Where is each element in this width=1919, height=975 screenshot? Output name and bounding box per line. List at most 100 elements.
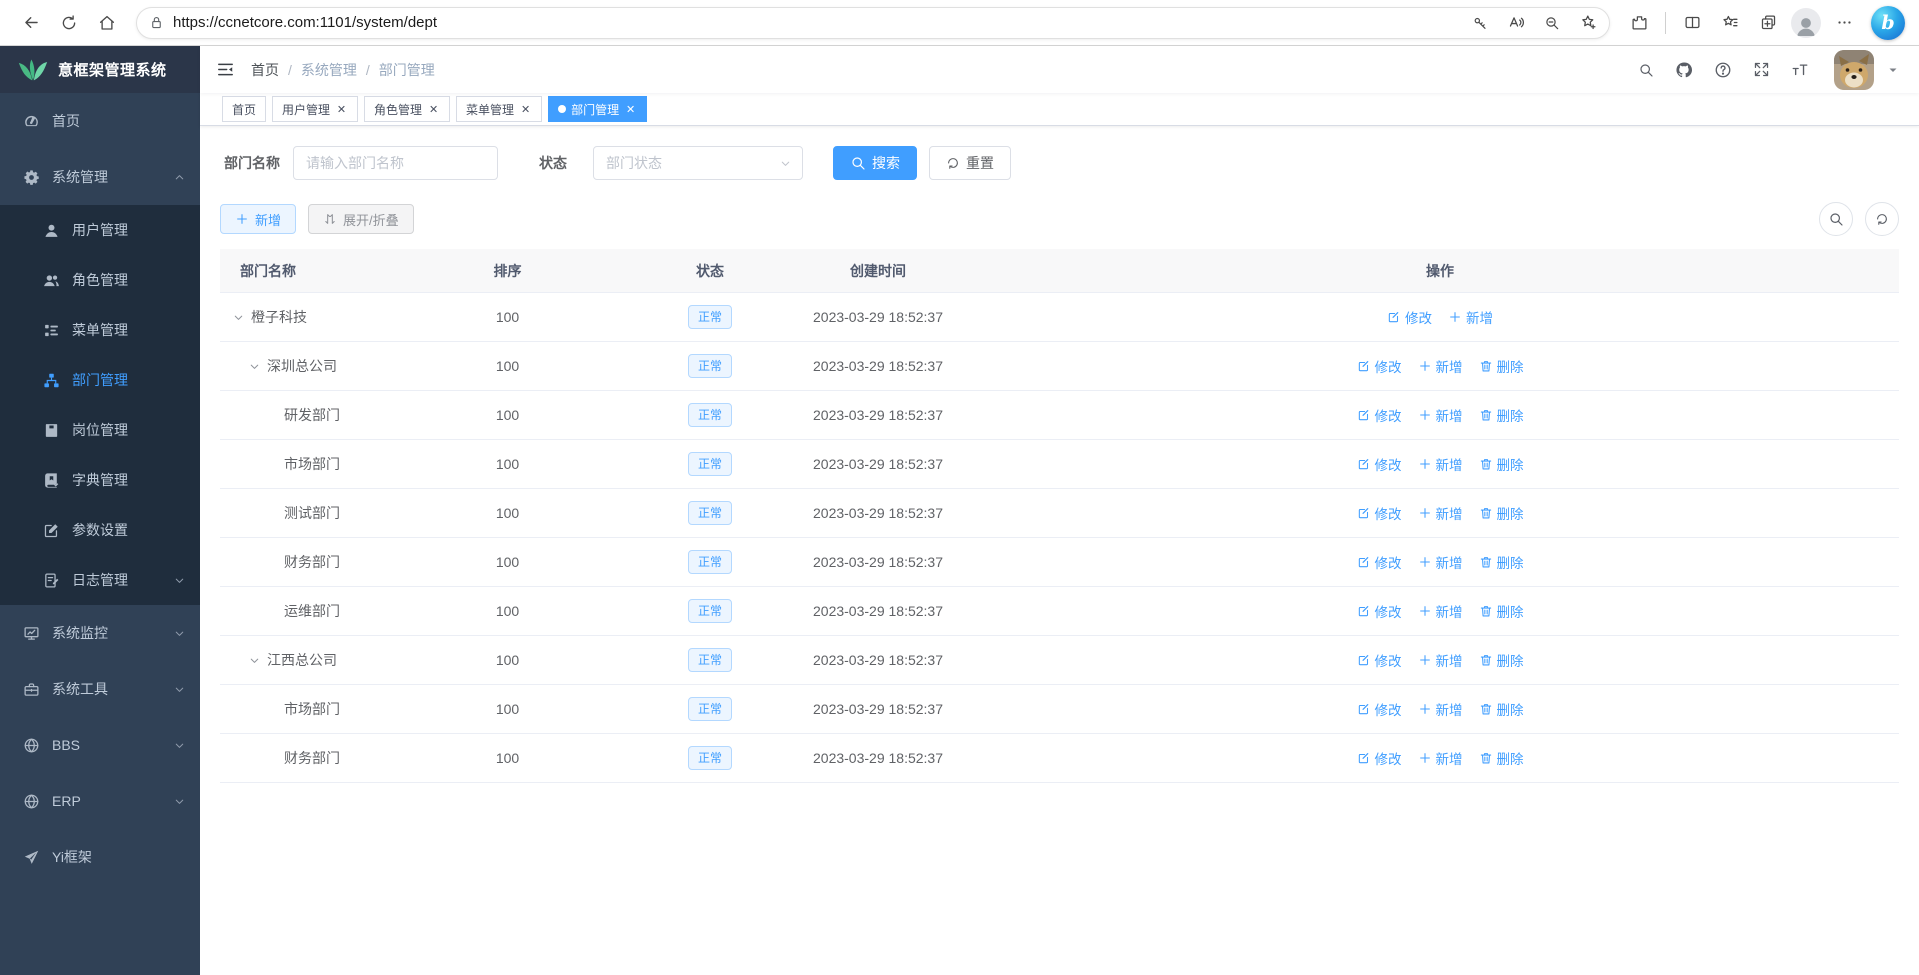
browser-menu-button[interactable] — [1827, 6, 1861, 40]
dept-name-input[interactable] — [293, 146, 498, 180]
delete-link[interactable]: 删除 — [1479, 650, 1524, 670]
sidebar-item-系统管理[interactable]: 系统管理 — [0, 149, 200, 205]
extensions-button[interactable] — [1622, 6, 1656, 40]
caret-down-icon[interactable] — [1887, 64, 1899, 76]
collections-button[interactable] — [1751, 6, 1785, 40]
close-icon[interactable]: ✕ — [427, 103, 440, 116]
sidebar-item-Yi框架[interactable]: Yi框架 — [0, 829, 200, 885]
delete-link[interactable]: 删除 — [1479, 748, 1524, 768]
status-badge: 正常 — [688, 697, 732, 721]
add-favorite-button[interactable] — [1573, 8, 1603, 38]
sidebar-item-用户管理[interactable]: 用户管理 — [0, 205, 200, 255]
key-icon — [1472, 15, 1488, 31]
edit-link[interactable]: 修改 — [1357, 601, 1402, 621]
favorites-button[interactable] — [1713, 6, 1747, 40]
dept-name: 市场部门 — [284, 699, 340, 719]
help-icon[interactable] — [1714, 61, 1732, 79]
delete-link[interactable]: 删除 — [1479, 405, 1524, 425]
read-aloud-button[interactable] — [1501, 8, 1531, 38]
expand-caret-icon[interactable] — [232, 311, 245, 324]
add-link[interactable]: 新增 — [1418, 650, 1463, 670]
add-link[interactable]: 新增 — [1418, 454, 1463, 474]
add-link[interactable]: 新增 — [1418, 699, 1463, 719]
text-size-icon[interactable] — [1791, 61, 1809, 79]
close-icon[interactable]: ✕ — [335, 103, 348, 116]
tab-角色管理[interactable]: 角色管理 ✕ — [364, 96, 450, 122]
edit-link[interactable]: 修改 — [1357, 356, 1402, 376]
sidebar-item-岗位管理[interactable]: 岗位管理 — [0, 405, 200, 455]
close-icon[interactable]: ✕ — [624, 103, 637, 116]
status-select[interactable]: 部门状态 — [593, 146, 803, 180]
tab-首页[interactable]: 首页 — [222, 96, 266, 122]
sidebar-item-ERP[interactable]: ERP — [0, 773, 200, 829]
edit-link[interactable]: 修改 — [1357, 552, 1402, 572]
address-bar[interactable]: https://ccnetcore.com:1101/system/dept — [136, 7, 1610, 39]
delete-icon — [1479, 555, 1493, 569]
add-link[interactable]: 新增 — [1418, 601, 1463, 621]
sidebar-item-BBS[interactable]: BBS — [0, 717, 200, 773]
search-button[interactable]: 搜索 — [833, 146, 917, 180]
toggle-search-button[interactable] — [1819, 202, 1853, 236]
reset-button[interactable]: 重置 — [929, 146, 1011, 180]
sidebar-item-部门管理[interactable]: 部门管理 — [0, 355, 200, 405]
split-screen-button[interactable] — [1675, 6, 1709, 40]
expand-caret-icon[interactable] — [248, 654, 261, 667]
browser-home-button[interactable] — [90, 6, 124, 40]
sidebar-item-label: Yi框架 — [52, 847, 186, 867]
table-row: 测试部门 100 正常 2023-03-29 18:52:37 修改 新增 删除 — [220, 489, 1899, 538]
edit-link[interactable]: 修改 — [1357, 699, 1402, 719]
sidebar-item-角色管理[interactable]: 角色管理 — [0, 255, 200, 305]
delete-link[interactable]: 删除 — [1479, 552, 1524, 572]
sidebar-item-系统监控[interactable]: 系统监控 — [0, 605, 200, 661]
expand-caret-icon[interactable] — [248, 360, 261, 373]
edit-link[interactable]: 修改 — [1357, 650, 1402, 670]
url-text[interactable]: https://ccnetcore.com:1101/system/dept — [173, 14, 1465, 31]
browser-back-button[interactable] — [14, 6, 48, 40]
delete-link[interactable]: 删除 — [1479, 601, 1524, 621]
add-link[interactable]: 新增 — [1418, 748, 1463, 768]
github-icon[interactable] — [1675, 61, 1693, 79]
breadcrumb-item[interactable]: 首页 — [251, 60, 279, 80]
fullscreen-icon[interactable] — [1753, 61, 1770, 78]
sidebar-item-参数设置[interactable]: 参数设置 — [0, 505, 200, 555]
add-link[interactable]: 新增 — [1418, 503, 1463, 523]
add-link[interactable]: 新增 — [1418, 356, 1463, 376]
sidebar-item-首页[interactable]: 首页 — [0, 93, 200, 149]
top-navbar: 首页/系统管理/部门管理 — [200, 46, 1919, 93]
refresh-table-button[interactable] — [1865, 202, 1899, 236]
zoom-out-button[interactable] — [1537, 8, 1567, 38]
add-link[interactable]: 新增 — [1418, 405, 1463, 425]
avatar[interactable] — [1834, 50, 1874, 90]
bing-icon: b — [1881, 12, 1894, 34]
sidebar-item-字典管理[interactable]: 字典管理 — [0, 455, 200, 505]
password-button[interactable] — [1465, 8, 1495, 38]
delete-link[interactable]: 删除 — [1479, 503, 1524, 523]
delete-link[interactable]: 删除 — [1479, 699, 1524, 719]
sidebar-fold-icon[interactable] — [216, 60, 235, 79]
edit-link[interactable]: 修改 — [1357, 405, 1402, 425]
edit-link[interactable]: 修改 — [1357, 748, 1402, 768]
sidebar-item-菜单管理[interactable]: 菜单管理 — [0, 305, 200, 355]
browser-refresh-button[interactable] — [52, 6, 86, 40]
tab-用户管理[interactable]: 用户管理 ✕ — [272, 96, 358, 122]
add-link[interactable]: 新增 — [1418, 552, 1463, 572]
edit-link[interactable]: 修改 — [1387, 307, 1432, 327]
delete-link[interactable]: 删除 — [1479, 454, 1524, 474]
edit-link[interactable]: 修改 — [1357, 454, 1402, 474]
add-button[interactable]: 新增 — [220, 204, 296, 234]
sidebar-item-日志管理[interactable]: 日志管理 — [0, 555, 200, 605]
dept-created: 2023-03-29 18:52:37 — [775, 358, 981, 374]
edit-link[interactable]: 修改 — [1357, 503, 1402, 523]
expand-collapse-button[interactable]: 展开/折叠 — [308, 204, 414, 234]
delete-link[interactable]: 删除 — [1479, 356, 1524, 376]
add-link[interactable]: 新增 — [1448, 307, 1493, 327]
content: 部门名称 状态 部门状态 搜索 重置 新增 — [200, 126, 1919, 975]
sidebar-item-系统工具[interactable]: 系统工具 — [0, 661, 200, 717]
bing-chat-button[interactable]: b — [1871, 6, 1905, 40]
search-icon[interactable] — [1638, 62, 1654, 78]
tab-部门管理[interactable]: 部门管理 ✕ — [548, 96, 647, 122]
close-icon[interactable]: ✕ — [519, 103, 532, 116]
status-badge: 正常 — [688, 403, 732, 427]
browser-profile-button[interactable] — [1789, 6, 1823, 40]
tab-菜单管理[interactable]: 菜单管理 ✕ — [456, 96, 542, 122]
